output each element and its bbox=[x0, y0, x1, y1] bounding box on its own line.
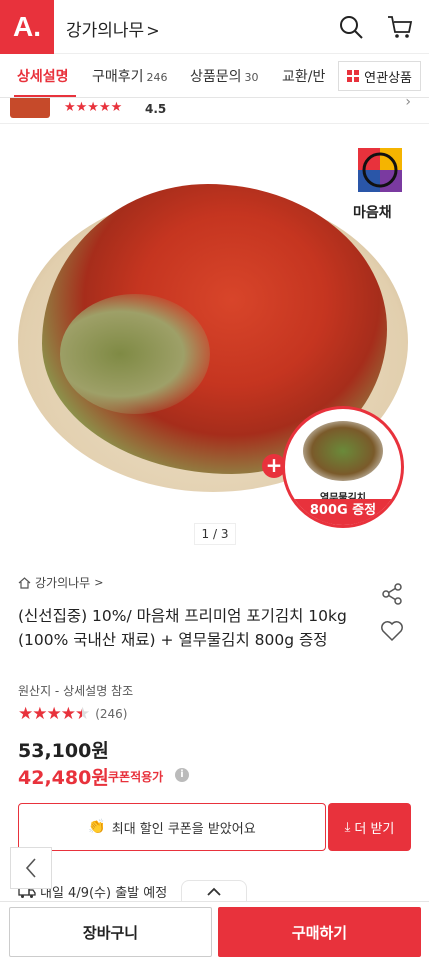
coupon-received-button[interactable]: 👏 최대 할인 쿠폰을 받았어요 bbox=[18, 803, 326, 851]
download-icon: ⤓ bbox=[344, 819, 351, 835]
side-dish-promo-badge: 열무물김치 800G 증정 bbox=[282, 406, 404, 528]
tab-exchange[interactable]: 교환/반 bbox=[282, 66, 325, 86]
expand-handle[interactable] bbox=[181, 880, 247, 902]
product-rating[interactable]: ★★★★★ (246) bbox=[18, 704, 128, 724]
chevron-up-icon bbox=[207, 887, 221, 896]
side-dish-image bbox=[303, 421, 383, 481]
add-to-cart-button[interactable]: 장바구니 bbox=[9, 907, 212, 957]
related-products-label: 연관상품 bbox=[364, 70, 412, 86]
share-icon[interactable] bbox=[380, 582, 404, 606]
tab-detail[interactable]: 상세설명 bbox=[17, 66, 69, 86]
tab-qna[interactable]: 상품문의 30 bbox=[190, 66, 259, 86]
stars-filled: ★★★★ bbox=[18, 704, 76, 724]
heart-icon[interactable] bbox=[380, 620, 404, 642]
mini-product-strip[interactable]: ★★★★★ 4.5 › bbox=[0, 98, 429, 124]
home-icon bbox=[18, 576, 31, 589]
app-logo[interactable]: A. bbox=[0, 0, 54, 54]
tab-reviews[interactable]: 구매후기 246 bbox=[92, 66, 168, 86]
tab-detail-label: 상세설명 bbox=[17, 69, 69, 85]
store-name-link[interactable]: 강가의나무 > bbox=[66, 16, 160, 41]
mini-rating-value: 4.5 bbox=[145, 102, 167, 116]
bottom-action-bar: 장바구니 구매하기 bbox=[0, 901, 429, 960]
chevron-right-icon: > bbox=[146, 21, 160, 40]
breadcrumb[interactable]: 강가의나무 > bbox=[18, 574, 103, 591]
product-image-carousel[interactable]: 마음채 + 열무물김치 800G 증정 1 / 3 bbox=[0, 124, 429, 548]
tab-qna-count: 30 bbox=[244, 71, 259, 84]
store-name: 강가의나무 bbox=[66, 21, 145, 41]
chevron-right-icon: > bbox=[94, 576, 104, 589]
brand-name: 마음채 bbox=[353, 205, 392, 221]
coupon-received-label: 최대 할인 쿠폰을 받았어요 bbox=[111, 821, 256, 837]
chevron-left-icon bbox=[25, 858, 36, 878]
search-icon[interactable] bbox=[338, 14, 364, 40]
tab-qna-label: 상품문의 bbox=[190, 69, 242, 85]
chevron-down-icon: › bbox=[405, 98, 411, 110]
tab-exchange-label: 교환/반 bbox=[282, 69, 326, 85]
more-coupons-label: 더 받기 bbox=[354, 821, 395, 837]
price-coupon: 42,480원 bbox=[18, 767, 109, 789]
star-half: ★ bbox=[74, 704, 90, 724]
cart-icon[interactable] bbox=[387, 14, 413, 40]
tab-reviews-label: 구매후기 bbox=[92, 69, 144, 85]
more-coupons-button[interactable]: ⤓ 더 받기 bbox=[328, 803, 411, 851]
coupon-applied-label: 쿠폰적용가 bbox=[108, 770, 164, 784]
grid-icon bbox=[347, 70, 360, 82]
app-header: A. 강가의나무 > bbox=[0, 0, 429, 54]
product-origin: 원산지 - 상세설명 참조 bbox=[18, 684, 134, 698]
price-original: 53,100원 bbox=[18, 740, 109, 762]
buy-now-button[interactable]: 구매하기 bbox=[218, 907, 421, 957]
side-dish-promo: 800G 증정 bbox=[285, 499, 401, 525]
product-title: (신선집중) 10%/ 마음채 프리미엄 포기김치 10kg (100% 국내산… bbox=[18, 607, 347, 649]
breadcrumb-store: 강가의나무 bbox=[35, 576, 91, 590]
clap-icon: 👏 bbox=[88, 819, 106, 835]
mini-rating-stars: ★★★★★ bbox=[64, 100, 123, 115]
related-products-button[interactable]: 연관상품 bbox=[338, 61, 421, 91]
mini-product-thumbnail bbox=[10, 98, 50, 118]
kimchi-leaf-image bbox=[60, 294, 210, 414]
shipping-text: 내일 4/9(수) 출발 예정 bbox=[40, 886, 168, 901]
tab-reviews-count: 246 bbox=[146, 71, 168, 84]
rating-stars: ★★★★★ bbox=[18, 704, 90, 724]
review-count: (246) bbox=[95, 707, 128, 721]
info-icon[interactable]: i bbox=[175, 768, 189, 782]
back-button[interactable] bbox=[10, 847, 52, 889]
detail-tabs: 상세설명 구매후기 246 상품문의 30 교환/반 연관상품 bbox=[0, 54, 429, 98]
carousel-page-indicator: 1 / 3 bbox=[194, 523, 236, 545]
